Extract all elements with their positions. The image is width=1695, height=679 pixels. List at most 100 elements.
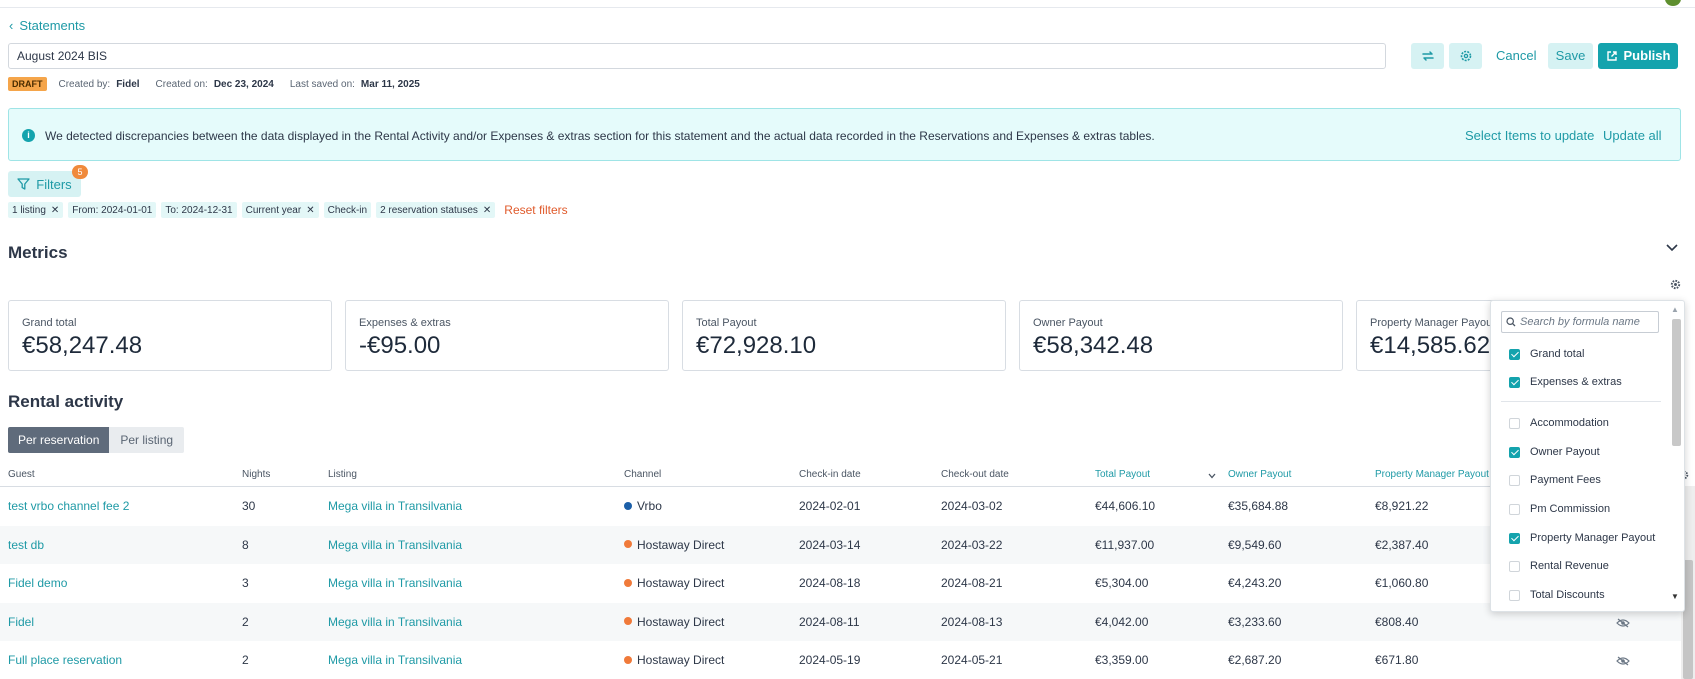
checkin-cell: 2024-08-18 [799, 576, 861, 590]
listing-link[interactable]: Mega villa in Transilvania [328, 576, 462, 590]
total-payout-cell: €11,937.00 [1095, 537, 1155, 552]
search-icon [1506, 317, 1516, 327]
checkbox[interactable] [1509, 376, 1520, 388]
option-label: Expenses & extras [1530, 376, 1622, 388]
filters-button[interactable]: Filters [8, 171, 81, 197]
filter-chip[interactable]: Check-in [323, 202, 372, 218]
table-row[interactable]: test db 8 Mega villa in Transilvania Hos… [0, 525, 1695, 564]
tab-per-reservation[interactable]: Per reservation [8, 427, 110, 453]
checkin-cell: 2024-08-11 [799, 614, 860, 629]
table-row[interactable]: Fidel 2 Mega villa in Transilvania Hosta… [0, 602, 1695, 641]
guest-link[interactable]: Fidel demo [8, 576, 67, 590]
table-row[interactable]: Full place reservation 2 Mega villa in T… [0, 641, 1695, 679]
back-to-statements-link[interactable]: ‹ Statements [9, 18, 85, 33]
metric-label: Grand total [22, 317, 77, 329]
nights-cell: 30 [242, 499, 256, 513]
eye-off-icon[interactable] [1616, 617, 1630, 631]
cancel-button[interactable]: Cancel [1490, 43, 1542, 69]
formula-search[interactable] [1501, 311, 1659, 333]
filter-chip[interactable]: 2 reservation statuses ✕ [376, 202, 496, 218]
formula-search-input[interactable] [1520, 316, 1658, 328]
metric-card-owner-payout: Owner Payout €58,342.48 [1019, 300, 1343, 371]
listing-link[interactable]: Mega villa in Transilvania [328, 538, 462, 552]
settings-button[interactable] [1449, 43, 1482, 69]
column-channel[interactable]: Channel [624, 469, 661, 480]
scroll-down-icon[interactable]: ▼ [1671, 592, 1679, 601]
formula-option[interactable]: Accommodation [1509, 417, 1609, 429]
filter-chip[interactable]: To: 2024-12-31 [161, 202, 237, 218]
refresh-button[interactable] [1411, 43, 1444, 69]
formula-option[interactable]: Rental Revenue [1509, 560, 1609, 572]
column-total-payout[interactable]: Total Payout [1095, 469, 1150, 480]
save-button[interactable]: Save [1548, 43, 1593, 69]
close-icon[interactable]: ✕ [483, 205, 491, 216]
checkbox[interactable] [1509, 503, 1520, 515]
column-pm-payout[interactable]: Property Manager Payout [1375, 469, 1489, 480]
update-all-button[interactable]: Update all [1603, 128, 1662, 143]
filter-chip[interactable]: From: 2024-01-01 [68, 202, 157, 218]
select-items-button[interactable]: Select Items to update [1465, 128, 1594, 143]
channel-dot-icon [624, 540, 632, 549]
checkbox[interactable] [1509, 474, 1520, 486]
metric-label: Total Payout [696, 317, 757, 329]
formula-option[interactable]: Grand total [1509, 348, 1584, 360]
column-checkout[interactable]: Check-out date [941, 469, 1009, 480]
column-checkin[interactable]: Check-in date [799, 469, 861, 480]
filter-chip[interactable]: Current year ✕ [241, 202, 319, 218]
sort-chevron-down-icon[interactable] [1208, 471, 1216, 482]
column-nights[interactable]: Nights [242, 469, 270, 480]
alert-message: We detected discrepancies between the da… [45, 129, 1155, 143]
option-label: Grand total [1530, 348, 1585, 360]
guest-link[interactable]: test db [8, 538, 44, 552]
dropdown-scrollbar-thumb[interactable] [1672, 319, 1681, 446]
pm-payout-cell: €808.40 [1375, 614, 1419, 629]
formula-option[interactable]: Property Manager Payout [1509, 532, 1655, 544]
gear-icon [1460, 50, 1471, 62]
formula-option[interactable]: Expenses & extras [1509, 376, 1622, 388]
guest-link[interactable]: Full place reservation [8, 653, 122, 667]
table-row[interactable]: test vrbo channel fee 2 30 Mega villa in… [0, 487, 1695, 526]
statement-title-input[interactable]: August 2024 BIS [8, 43, 1386, 69]
option-label: Accommodation [1530, 417, 1609, 429]
column-owner-payout[interactable]: Owner Payout [1228, 469, 1291, 480]
checkbox[interactable] [1509, 589, 1520, 601]
filter-chip[interactable]: 1 listing ✕ [8, 202, 64, 218]
created-by-value: Fidel [116, 78, 140, 90]
checkbox[interactable] [1509, 417, 1520, 429]
created-by-label: Created by: [58, 78, 111, 90]
close-icon[interactable]: ✕ [306, 205, 314, 216]
pm-payout-cell: €671.80 [1375, 653, 1419, 667]
filters-label: Filters [36, 176, 72, 192]
column-guest[interactable]: Guest [8, 469, 35, 480]
table-row[interactable]: Fidel demo 3 Mega villa in Transilvania … [0, 564, 1695, 603]
formula-option[interactable]: Payment Fees [1509, 474, 1601, 486]
listing-link[interactable]: Mega villa in Transilvania [328, 653, 462, 667]
nights-cell: 3 [242, 576, 249, 590]
metrics-gear-icon[interactable] [1670, 279, 1681, 293]
checkbox[interactable] [1509, 348, 1520, 360]
formula-option[interactable]: Pm Commission [1509, 503, 1610, 515]
eye-off-icon[interactable] [1616, 655, 1630, 669]
column-listing[interactable]: Listing [328, 469, 357, 480]
formula-option[interactable]: Owner Payout [1509, 446, 1600, 458]
reset-filters-button[interactable]: Reset filters [504, 203, 567, 217]
guest-link[interactable]: Fidel [8, 615, 34, 629]
scroll-up-icon[interactable]: ▲ [1671, 305, 1679, 314]
channel-dot-icon [624, 578, 632, 587]
channel-cell: Hostaway Direct [624, 576, 724, 590]
formula-option[interactable]: Total Discounts [1509, 589, 1605, 601]
metric-label: Property Manager Payout [1370, 317, 1496, 329]
publish-button[interactable]: Publish [1598, 43, 1678, 69]
formula-dropdown: Grand total Expenses & extras Accommodat… [1490, 300, 1685, 612]
listing-link[interactable]: Mega villa in Transilvania [328, 615, 462, 629]
checkbox[interactable] [1509, 446, 1520, 458]
listing-link[interactable]: Mega villa in Transilvania [328, 499, 462, 513]
checkbox[interactable] [1509, 532, 1520, 544]
chevron-down-icon[interactable] [1666, 241, 1678, 255]
close-icon[interactable]: ✕ [51, 205, 59, 216]
checkout-cell: 2024-08-21 [941, 576, 1003, 590]
tab-per-listing[interactable]: Per listing [109, 427, 185, 453]
option-label: Pm Commission [1530, 503, 1611, 515]
guest-link[interactable]: test vrbo channel fee 2 [8, 499, 129, 513]
checkbox[interactable] [1509, 560, 1520, 572]
